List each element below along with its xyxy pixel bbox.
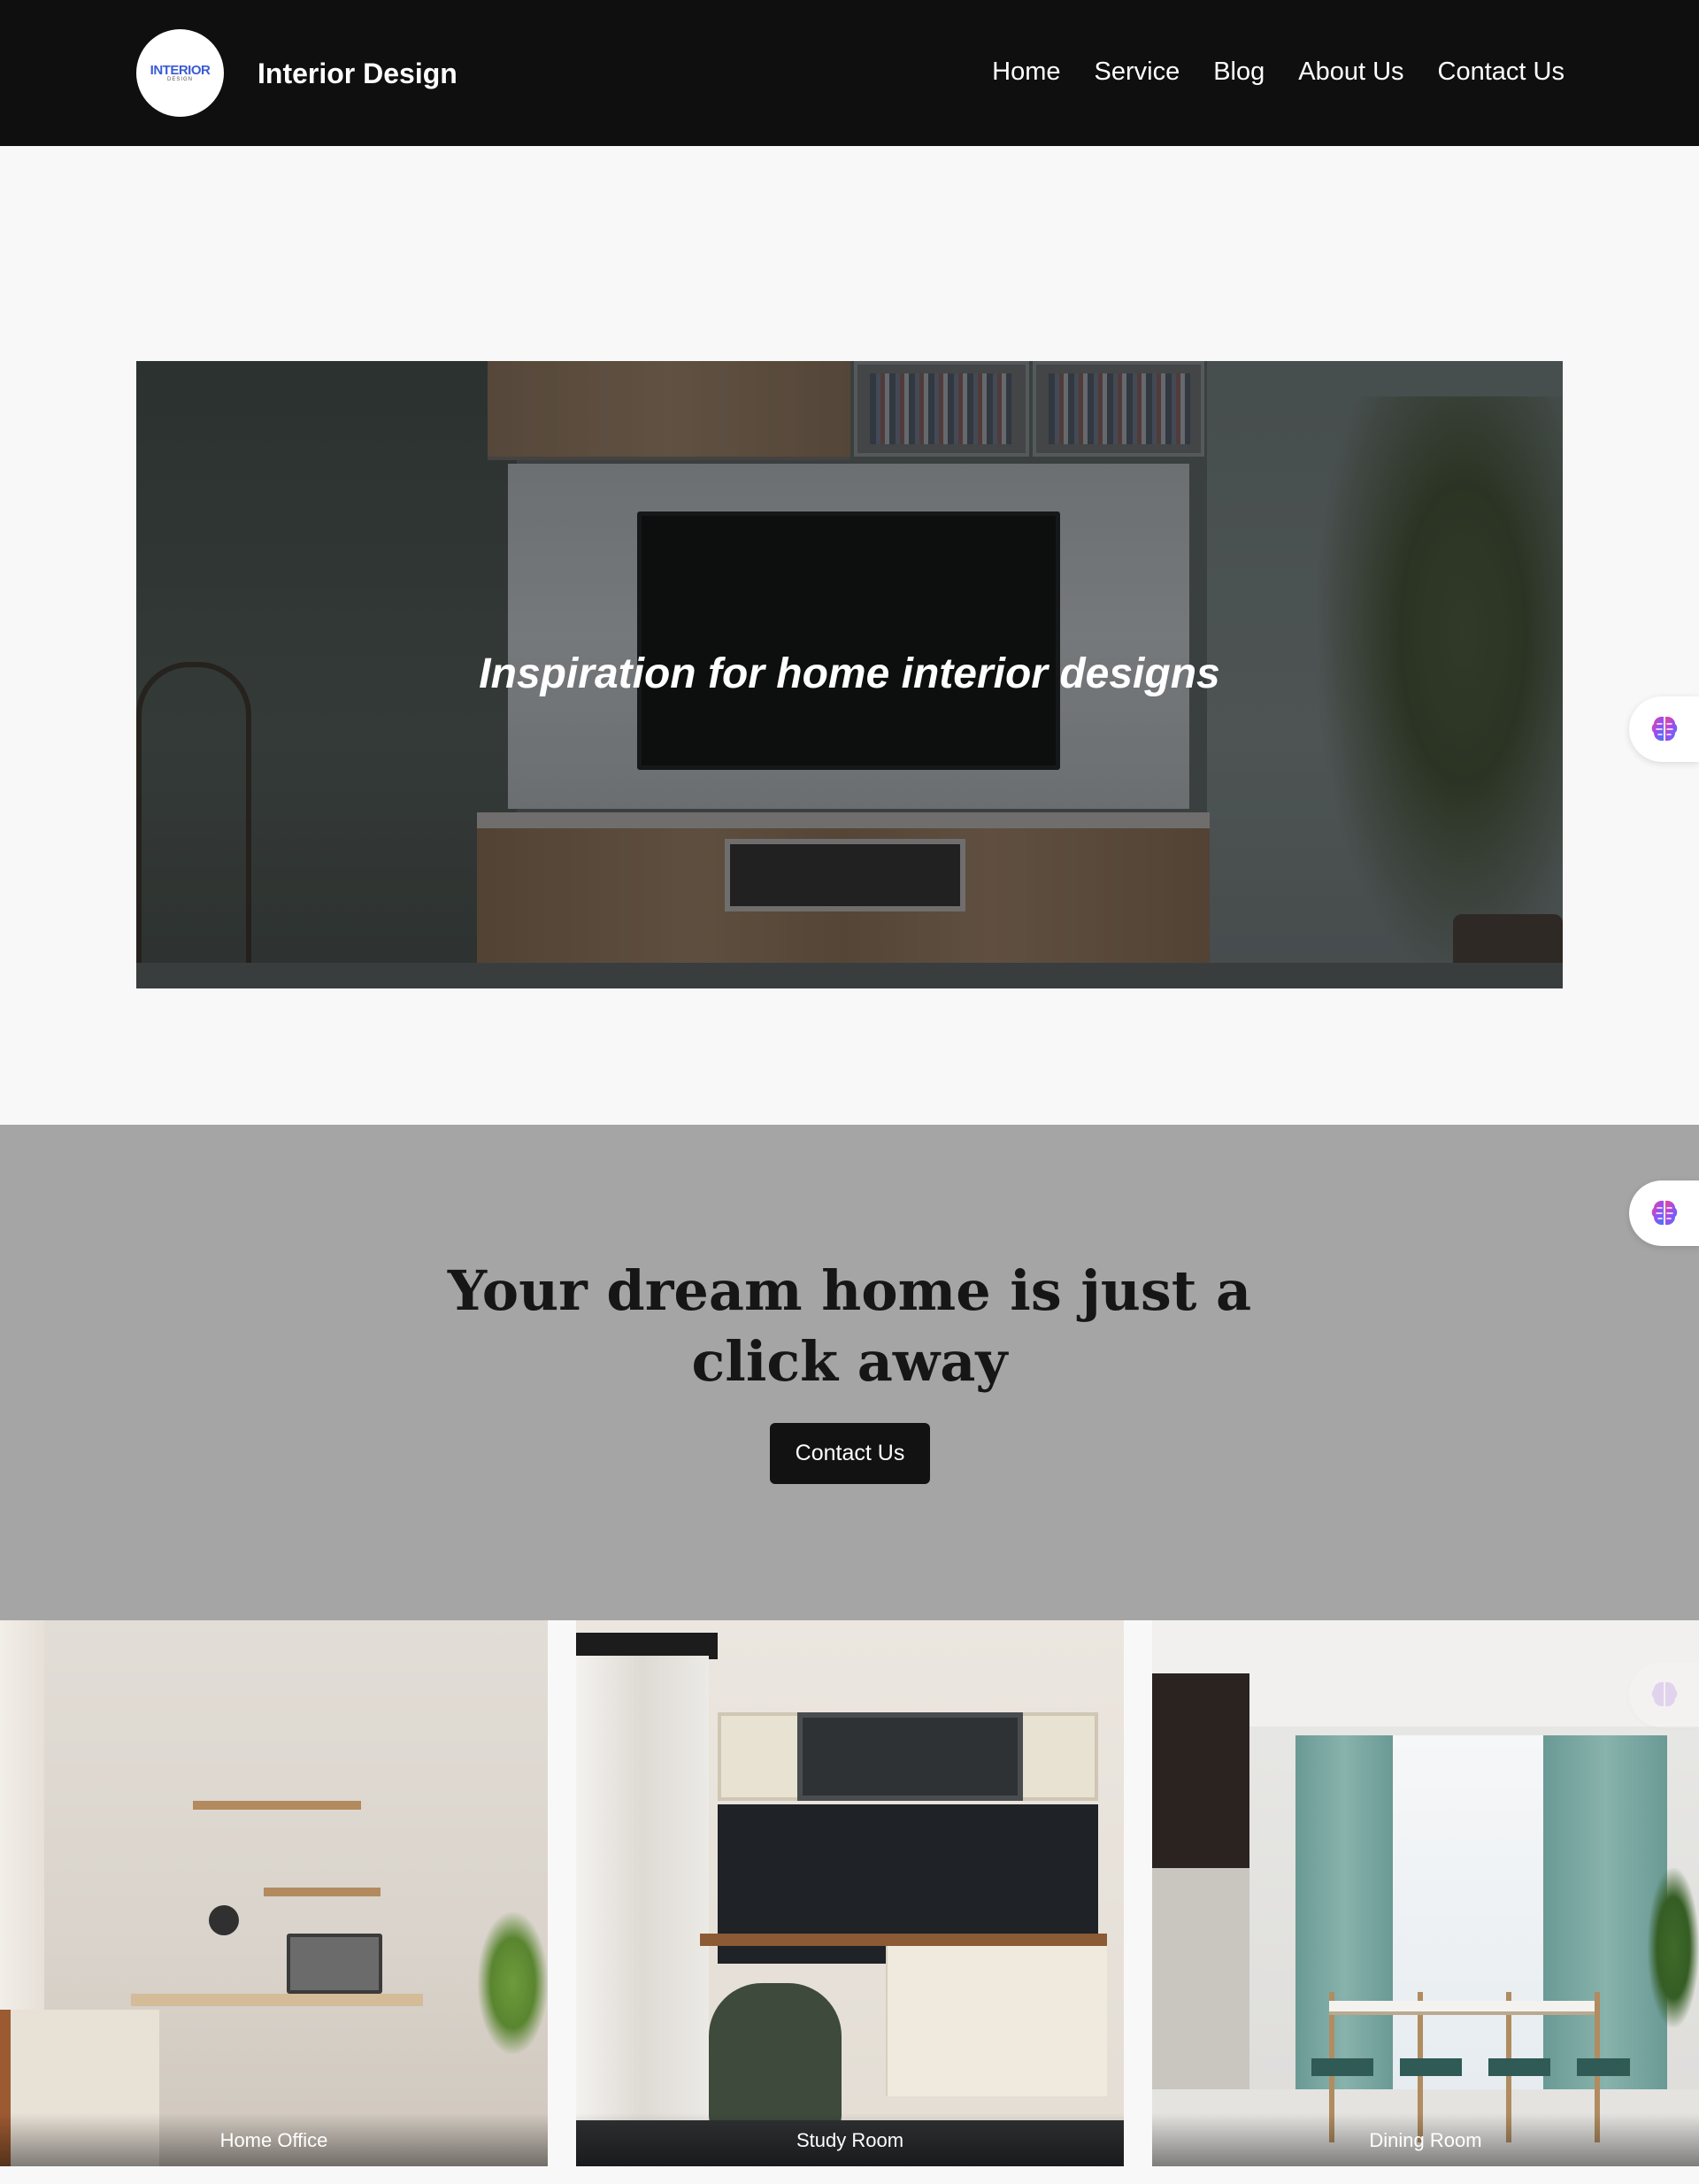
nav-blog[interactable]: Blog bbox=[1213, 55, 1265, 88]
study-chair bbox=[709, 1983, 842, 2134]
desk-lamp bbox=[209, 1905, 239, 1935]
chair-seats bbox=[1311, 2058, 1630, 2076]
assistant-widget[interactable] bbox=[1629, 696, 1699, 762]
nav-contact-us[interactable]: Contact Us bbox=[1438, 55, 1564, 88]
nav-service[interactable]: Service bbox=[1095, 55, 1180, 88]
nav-home[interactable]: Home bbox=[992, 55, 1060, 88]
study-desk bbox=[700, 1934, 1107, 1946]
gallery-label: Home Office bbox=[219, 2129, 328, 2151]
main-nav: Home Service Blog About Us Contact Us bbox=[992, 55, 1564, 88]
plant bbox=[478, 1912, 548, 2054]
logo-text: INTERIOR bbox=[150, 62, 211, 78]
curtain bbox=[576, 1656, 709, 2125]
gallery-label: Dining Room bbox=[1369, 2129, 1482, 2151]
logo-subtext: DESIGN bbox=[166, 76, 193, 82]
desk bbox=[131, 1994, 423, 2006]
site-header: INTERIOR DESIGN Interior Design Home Ser… bbox=[0, 0, 1699, 146]
dining-table bbox=[1329, 2001, 1595, 2015]
kitchen-counter bbox=[1152, 1868, 1249, 2089]
contact-us-button[interactable]: Contact Us bbox=[770, 1423, 930, 1484]
wall-shelf bbox=[193, 1801, 361, 1810]
hero-banner: Inspiration for home interior designs bbox=[136, 361, 1563, 988]
open-shelf bbox=[797, 1712, 1023, 1801]
nav-about-us[interactable]: About Us bbox=[1298, 55, 1403, 88]
gallery-card-study-room[interactable]: Study Room bbox=[576, 1620, 1124, 2166]
brand-name[interactable]: Interior Design bbox=[258, 57, 457, 90]
assistant-widget[interactable] bbox=[1629, 1180, 1699, 1246]
gallery-label: Study Room bbox=[796, 2129, 904, 2151]
drawer-unit bbox=[886, 1946, 1107, 2096]
gallery-card-dining-room[interactable]: Dining Room bbox=[1152, 1620, 1699, 2166]
assistant-widget[interactable] bbox=[1629, 1662, 1699, 1727]
cta-title: Your dream home is just a click away bbox=[447, 1258, 1252, 1394]
logo[interactable]: INTERIOR DESIGN bbox=[136, 29, 224, 117]
plant bbox=[1648, 1868, 1699, 2027]
brain-icon bbox=[1651, 1681, 1678, 1707]
gallery-card-home-office[interactable]: Home Office bbox=[0, 1620, 548, 2166]
hero-title: Inspiration for home interior designs bbox=[479, 650, 1220, 697]
wall-shelf bbox=[264, 1888, 381, 1896]
cta-section: Your dream home is just a click away Con… bbox=[0, 1125, 1699, 1620]
brain-icon bbox=[1651, 716, 1678, 742]
laptop bbox=[287, 1934, 382, 1994]
brain-icon bbox=[1651, 1200, 1678, 1226]
